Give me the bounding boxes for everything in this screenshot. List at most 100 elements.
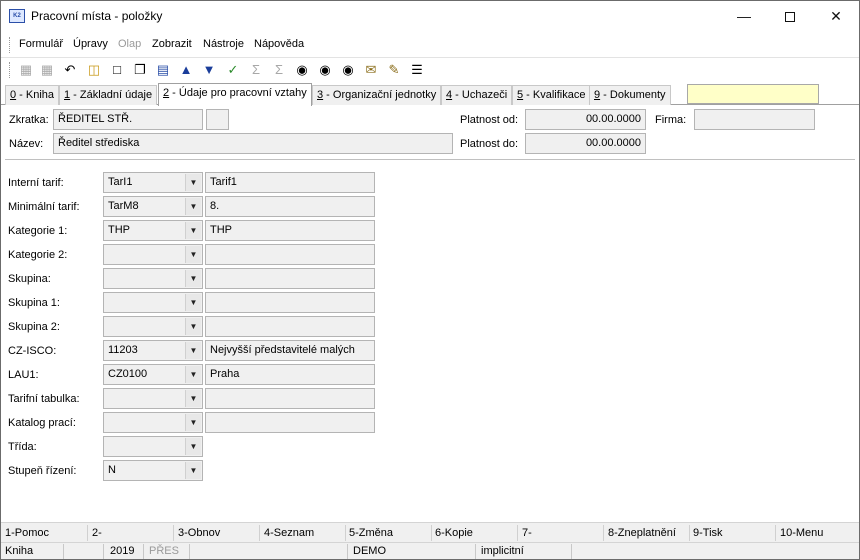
firma-field[interactable] bbox=[694, 109, 815, 130]
maximize-icon bbox=[785, 12, 795, 23]
chevron-down-icon[interactable]: ▼ bbox=[185, 414, 201, 431]
field-combo[interactable]: ▼ bbox=[103, 412, 203, 433]
menu-nastroje[interactable]: Nástroje bbox=[203, 38, 244, 50]
field-description[interactable]: Nejvyšší představitelé malých bbox=[205, 340, 375, 361]
tab-uchazeci[interactable]: 4 - Uchazeči bbox=[441, 85, 513, 105]
divider bbox=[103, 544, 104, 559]
field-combo[interactable]: ▼ bbox=[103, 436, 203, 457]
field-description[interactable] bbox=[205, 292, 375, 313]
menu-formular[interactable]: Formulář bbox=[19, 38, 63, 50]
zkratka-extra-field[interactable] bbox=[206, 109, 229, 130]
chevron-down-icon[interactable]: ▼ bbox=[185, 318, 201, 335]
arrow-down-icon[interactable]: ▼ bbox=[200, 61, 218, 79]
tab-strip: 0 - Kniha 1 - Základní údaje 2 - Údaje p… bbox=[1, 83, 859, 106]
field-combo[interactable]: TarI1 ▼ bbox=[103, 172, 203, 193]
fkey-2[interactable]: 2- bbox=[92, 527, 102, 539]
field-combo[interactable]: THP ▼ bbox=[103, 220, 203, 241]
field-label: Skupina 1: bbox=[8, 297, 60, 309]
chevron-down-icon[interactable]: ▼ bbox=[185, 198, 201, 215]
nazev-label: Název: bbox=[9, 138, 44, 150]
field-description[interactable] bbox=[205, 316, 375, 337]
field-label: Tarifní tabulka: bbox=[8, 393, 80, 405]
chevron-down-icon[interactable]: ▼ bbox=[185, 342, 201, 359]
field-combo[interactable]: ▼ bbox=[103, 316, 203, 337]
field-combo[interactable]: CZ0100 ▼ bbox=[103, 364, 203, 385]
tab-dokumenty[interactable]: 9 - Dokumenty bbox=[589, 85, 671, 105]
chevron-down-icon[interactable]: ▼ bbox=[185, 366, 201, 383]
chevron-down-icon[interactable]: ▼ bbox=[185, 270, 201, 287]
tab-kniha[interactable]: 0 - Kniha bbox=[5, 85, 60, 105]
field-combo[interactable]: N ▼ bbox=[103, 460, 203, 481]
tab-zakladni-udaje[interactable]: 1 - Základní údaje bbox=[59, 85, 158, 105]
platnost-od-field[interactable]: 00.00.0000 bbox=[525, 109, 646, 130]
mail-icon[interactable]: ✉ bbox=[362, 61, 380, 79]
field-combo[interactable]: ▼ bbox=[103, 244, 203, 265]
field-combo[interactable]: ▼ bbox=[103, 268, 203, 289]
copy-icon[interactable]: ❐ bbox=[131, 61, 149, 79]
chevron-down-icon[interactable]: ▼ bbox=[185, 390, 201, 407]
chevron-down-icon[interactable]: ▼ bbox=[185, 246, 201, 263]
sum-icon[interactable]: Σ bbox=[247, 61, 265, 79]
field-description[interactable]: Tarif1 bbox=[205, 172, 375, 193]
binoculars-icon[interactable]: ◉ bbox=[293, 61, 311, 79]
field-combo[interactable]: TarM8 ▼ bbox=[103, 196, 203, 217]
fkey-9-print[interactable]: 9-Tisk bbox=[693, 527, 723, 539]
binoculars-next-icon[interactable]: ◉ bbox=[316, 61, 334, 79]
new-document-icon[interactable]: □ bbox=[108, 61, 126, 79]
field-combo-value: TarI1 bbox=[108, 176, 133, 188]
chevron-down-icon[interactable]: ▼ bbox=[185, 438, 201, 455]
fkey-5-change[interactable]: 5-Změna bbox=[349, 527, 393, 539]
menu-lines-icon[interactable]: ☰ bbox=[408, 61, 426, 79]
tab-organizacni-jednotky[interactable]: 3 - Organizační jednotky bbox=[312, 85, 442, 105]
platnost-do-field[interactable]: 00.00.0000 bbox=[525, 133, 646, 154]
arrow-up-icon[interactable]: ▲ bbox=[177, 61, 195, 79]
field-description[interactable]: THP bbox=[205, 220, 375, 241]
chevron-down-icon[interactable]: ▼ bbox=[185, 222, 201, 239]
field-combo[interactable]: ▼ bbox=[103, 388, 203, 409]
minimize-button[interactable]: — bbox=[721, 1, 767, 31]
chevron-down-icon[interactable]: ▼ bbox=[185, 174, 201, 191]
field-description[interactable] bbox=[205, 388, 375, 409]
quick-search-field[interactable] bbox=[687, 84, 819, 104]
field-description[interactable] bbox=[205, 412, 375, 433]
zkratka-field[interactable]: ŘEDITEL STŘ. bbox=[53, 109, 203, 130]
fkey-4-list[interactable]: 4-Seznam bbox=[264, 527, 314, 539]
binoculars-all-icon[interactable]: ◉ bbox=[339, 61, 357, 79]
sum-filter-icon[interactable]: Σ bbox=[270, 61, 288, 79]
edit-list-icon[interactable]: ✎ bbox=[385, 61, 403, 79]
field-combo[interactable]: 11203 ▼ bbox=[103, 340, 203, 361]
field-description[interactable] bbox=[205, 244, 375, 265]
menu-napoveda[interactable]: Nápověda bbox=[254, 38, 304, 50]
field-combo[interactable]: ▼ bbox=[103, 292, 203, 313]
menu-zobrazit[interactable]: Zobrazit bbox=[152, 38, 192, 50]
field-description[interactable]: Praha bbox=[205, 364, 375, 385]
chevron-down-icon[interactable]: ▼ bbox=[185, 462, 201, 479]
nazev-field[interactable]: Ředitel střediska bbox=[53, 133, 453, 154]
tab-udaje-pro-pracovni-vztahy[interactable]: 2 - Údaje pro pracovní vztahy bbox=[158, 83, 312, 106]
fkey-10-menu[interactable]: 10-Menu bbox=[780, 527, 823, 539]
maximize-button[interactable] bbox=[767, 1, 813, 31]
divider bbox=[87, 525, 88, 541]
save-as-icon[interactable]: ▦ bbox=[38, 61, 56, 79]
field-label: Katalog prací: bbox=[8, 417, 76, 429]
close-button[interactable]: ✕ bbox=[813, 1, 859, 31]
fkey-6-copy[interactable]: 6-Kopie bbox=[435, 527, 473, 539]
menu-upravy[interactable]: Úpravy bbox=[73, 38, 108, 50]
undo-icon[interactable]: ↶ bbox=[61, 61, 79, 79]
book-icon[interactable]: ▤ bbox=[154, 61, 172, 79]
fkey-7[interactable]: 7- bbox=[522, 527, 532, 539]
fkey-3-refresh[interactable]: 3-Obnov bbox=[178, 527, 220, 539]
fkey-1-help[interactable]: 1-Pomoc bbox=[5, 527, 49, 539]
divider bbox=[143, 544, 144, 559]
field-description[interactable]: 8. bbox=[205, 196, 375, 217]
field-description[interactable] bbox=[205, 268, 375, 289]
save-icon[interactable]: ▦ bbox=[17, 61, 35, 79]
chevron-down-icon[interactable]: ▼ bbox=[185, 294, 201, 311]
fkey-8-invalidate[interactable]: 8-Zneplatnění bbox=[608, 527, 676, 539]
open-folder-icon[interactable]: ◫ bbox=[85, 61, 103, 79]
tab-kvalifikace[interactable]: 5 - Kvalifikace bbox=[512, 85, 591, 105]
menu-olap[interactable]: Olap bbox=[118, 38, 141, 50]
filter-icon[interactable]: ✓ bbox=[224, 61, 242, 79]
field-combo-value: THP bbox=[108, 224, 130, 236]
title-bar: K2 Pracovní místa - položky — ✕ bbox=[1, 1, 859, 31]
